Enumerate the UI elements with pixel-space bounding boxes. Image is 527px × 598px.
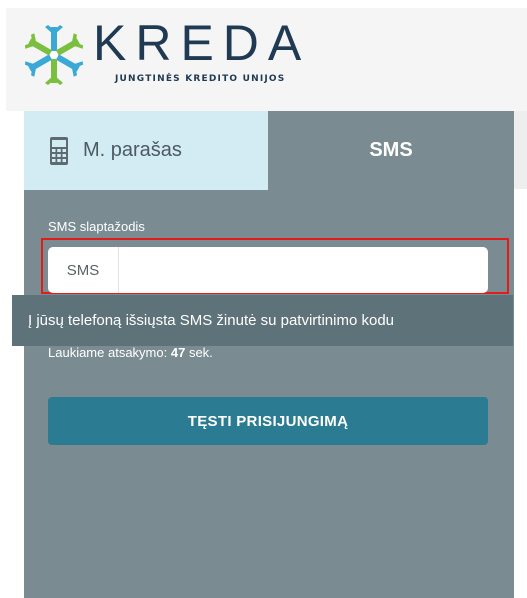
waiting-prefix: Laukiame atsakymo:: [48, 345, 168, 360]
tab-sms[interactable]: SMS: [268, 111, 514, 190]
sms-sent-tooltip: Į jūsų telefoną išsiųsta SMS žinutė su p…: [12, 295, 513, 346]
waiting-suffix: sek.: [188, 345, 213, 360]
brand-subtitle: JUNGTINĖS KREDITO UNIJOS: [115, 74, 286, 84]
mobile-phone-icon: [50, 136, 68, 165]
tab-sms-label: SMS: [369, 139, 413, 161]
waiting-seconds: 47: [170, 345, 186, 360]
tab-mobile-signature-label: M. parašas: [83, 139, 182, 161]
tab-mobile-signature[interactable]: M. parašas: [24, 111, 268, 190]
waiting-countdown: Laukiame atsakymo: 47 sek.: [48, 345, 213, 360]
sms-sent-message: Į jūsų telefoną išsiųsta SMS žinutė su p…: [28, 312, 395, 329]
continue-login-button[interactable]: TĘSTI PRISIJUNGIMĄ: [48, 397, 488, 445]
sms-password-label: SMS slaptažodis: [48, 219, 145, 234]
side-strip: [514, 111, 527, 189]
sms-addon: SMS: [48, 247, 119, 293]
kreda-logo[interactable]: KREDA JUNGTINĖS KREDITO UNIJOS: [23, 18, 323, 86]
snowflake-logo-icon: [25, 25, 83, 85]
auth-tabs: M. parašas SMS: [24, 111, 514, 190]
sms-input-group: SMS: [48, 247, 488, 293]
brand-name: KREDA: [93, 15, 311, 71]
sms-code-input[interactable]: [119, 247, 488, 293]
